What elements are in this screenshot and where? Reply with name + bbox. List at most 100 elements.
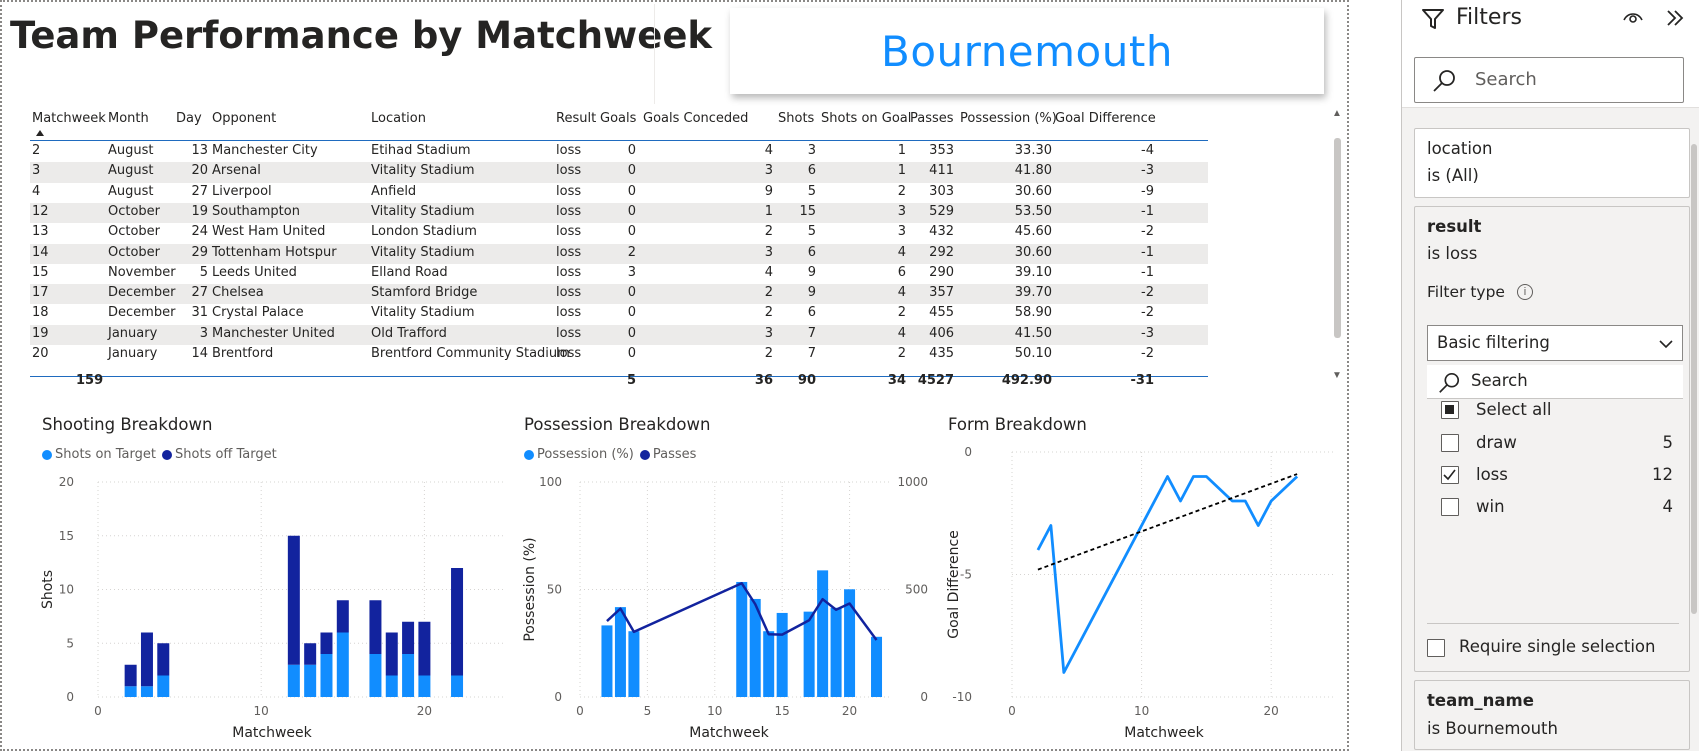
scroll-down-icon[interactable]: ▼ [1332,370,1342,381]
table-cell: 2 [897,183,906,199]
table-cell: 5 [199,264,208,280]
form-chart[interactable]: 0-5-100 10 20MatchweekGoal Difference [944,440,1344,742]
table-cell: 39.70 [1014,285,1052,301]
table-cell: -3 [1141,163,1154,179]
filter-card-result[interactable]: result is loss Filter type i Basic filte… [1414,206,1690,672]
page-title: Team Performance by Matchweek [10,14,713,57]
table-cell: Brentford Community Stadium [371,346,570,361]
matches-table[interactable]: Matchweek Month Day Opponent Location Result G… [30,108,1342,404]
table-cell: January [108,346,158,361]
table-cell: 5 [807,183,816,199]
y-axis-label: Shots [40,570,56,609]
table-cell: 30.60 [1014,183,1052,199]
table-row[interactable]: 19 January 3 Manchester United Old Trafford l… [30,324,1208,345]
shooting-legend[interactable]: Shots on Target Shots off Target [42,447,283,462]
y-axis-label: Possession (%) [522,537,538,641]
x-tick-label: 5 [644,704,652,718]
table-scroll-thumb[interactable] [1334,138,1341,338]
table-cell: 4 [32,183,41,199]
table-cell: 29 [191,244,208,260]
table-row[interactable]: 4 August 27 Liverpool Anfield loss 0 9 5 2 303 30.6… [30,183,1208,203]
bar [157,675,170,697]
table-cell: loss [556,325,582,341]
table-cell: 3 [807,143,816,158]
filter-type-dropdown[interactable]: Basic filtering [1427,325,1683,361]
filter-card-location[interactable]: location is (All) [1414,128,1690,198]
table-row[interactable]: 17 December 27 Chelsea Stamford Bridge loss 0 2… [30,284,1208,305]
table-cell: 33.30 [1014,143,1052,158]
filter-type-label: Filter type [1427,283,1505,301]
table-total-cell: -31 [1130,373,1155,388]
table-cell: 7 [807,325,816,341]
filters-search-input[interactable]: Search [1414,57,1684,103]
table-total-cell: 34 [887,373,906,388]
x-tick-label: 20 [842,704,857,718]
table-row[interactable]: 14 October 29 Tottenham Hotspur Vitality Sta… [30,243,1208,264]
filter-values-search-input[interactable]: Search [1427,365,1683,399]
table-cell: 0 [627,224,636,240]
table-total-cell: 90 [797,373,816,388]
table-row[interactable]: 15 November 5 Leeds United Elland Road loss 3 4… [30,264,1208,284]
legend-label: Possession (%) [537,447,634,462]
filters-scrollbar[interactable] [1691,144,1697,614]
table-cell: Vitality Stadium [371,305,475,321]
x-tick-label: 0 [576,704,584,718]
table-cell: Leeds United [212,264,297,280]
scroll-up-icon[interactable]: ▲ [1332,108,1342,119]
select-all-checkbox[interactable] [1441,401,1459,419]
table-cell: 2 [764,305,773,321]
team-card[interactable]: Bournemouth [730,8,1324,94]
table-row[interactable]: 12 October 19 Southampton Vitality Stadium lo… [30,202,1208,224]
y-tick-label: 0 [964,445,972,459]
possession-legend[interactable]: Possession (%) Passes [524,447,702,462]
table-row[interactable]: 20 January 14 Brentford Brentford Community … [30,345,1208,365]
bar [287,664,300,697]
table-cell: December [108,305,176,321]
filter-option-checkbox[interactable] [1441,434,1459,452]
legend-shots-off-target[interactable]: Shots off Target [162,447,277,462]
y2-tick-label: 1000 [897,475,928,489]
table-cell: Chelsea [212,285,264,301]
table-cell: 19 [191,203,208,219]
table-cell: 0 [627,346,636,361]
table-cell: Anfield [371,183,417,199]
table-cell: 45.60 [1014,224,1052,240]
possession-chart[interactable]: 050100050010000 5 10 15 20MatchweekPossessio… [520,472,940,742]
table-cell: 27 [191,183,208,199]
shooting-chart[interactable]: 0 5 10 15 20 0 10 20 Matchweek Shots [38,472,518,742]
table-scrollbar[interactable]: ▲ ▼ [1330,108,1344,384]
table-cell: December [108,285,176,301]
table-cell: 0 [627,325,636,341]
require-single-checkbox[interactable] [1427,639,1445,657]
legend-possession[interactable]: Possession (%) [524,447,634,462]
table-cell: 2 [32,143,41,158]
table-cell: August [108,163,154,179]
table-cell: 6 [807,305,816,321]
x-tick-label: 20 [1264,704,1279,718]
table-row[interactable]: 2 August 13 Manchester City Etihad Stadium lo… [30,142,1208,162]
bar [418,675,431,697]
table-cell: 13 [32,224,49,240]
legend-passes[interactable]: Passes [639,447,696,462]
filter-card-team-name[interactable]: team_name is Bournemouth [1414,680,1690,750]
table-row[interactable]: 18 December 31 Crystal Palace Vitality Stadi… [30,304,1208,324]
form-chart-title: Form Breakdown [948,415,1087,434]
table-cell: 1 [897,163,906,179]
bar [830,607,842,697]
legend-shots-on-target[interactable]: Shots on Target [42,447,156,462]
filters-header: Filters Search [1402,0,1699,108]
table-cell: 432 [929,224,954,240]
y2-tick-label: 500 [905,583,928,597]
table-row[interactable]: 3 August 20 Arsenal Vitality Stadium loss 0 3 6 1… [30,162,1208,183]
info-icon[interactable]: i [1517,284,1533,300]
title-box-divider [654,4,655,104]
table-row[interactable]: 13 October 24 West Ham United London Stadium… [30,223,1208,243]
table-total-cell: 5 [626,373,636,388]
filter-option-checkbox[interactable] [1441,498,1459,516]
filter-option-checkbox[interactable] [1441,466,1459,484]
eye-icon[interactable] [1622,9,1644,27]
table-cell: 5 [807,224,816,240]
table-cell: -2 [1141,346,1154,361]
collapse-pane-icon[interactable] [1664,8,1686,28]
filter-state: is loss [1427,244,1478,263]
